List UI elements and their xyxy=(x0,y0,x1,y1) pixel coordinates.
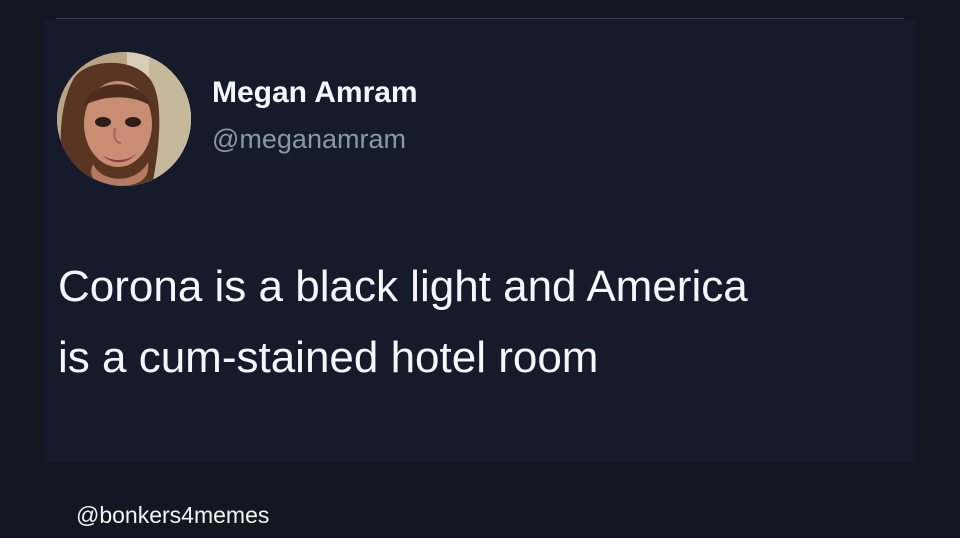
tweet-line: is a cum-stained hotel room xyxy=(58,333,599,382)
author-avatar[interactable] xyxy=(57,52,191,186)
tweet-line: Corona is a black light and America xyxy=(58,262,748,311)
watermark-text: @bonkers4memes xyxy=(76,502,270,528)
top-divider xyxy=(56,18,904,19)
tweet-text: Corona is a black light and America is a… xyxy=(58,251,748,393)
profile-photo xyxy=(57,52,191,186)
author-handle[interactable]: @meganamram xyxy=(212,122,406,156)
author-display-name[interactable]: Megan Amram xyxy=(212,74,418,112)
